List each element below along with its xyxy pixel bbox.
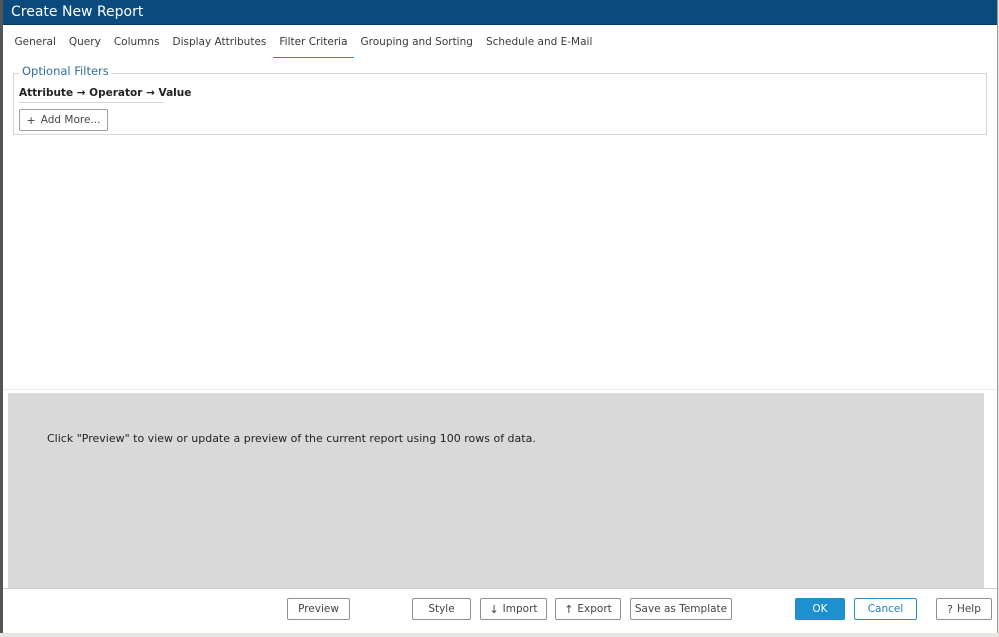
tab-schedule-and-email[interactable]: Schedule and E-Mail	[479, 28, 598, 58]
tab-query[interactable]: Query	[62, 28, 107, 58]
export-button[interactable]: ↑ Export	[555, 598, 621, 620]
dialog-footer: Preview Style ↓ Import ↑ Export Save as …	[3, 588, 997, 629]
window-bottom-strip	[0, 633, 999, 637]
preview-panel: Click "Preview" to view or update a prev…	[8, 393, 984, 588]
optional-filters-group	[13, 73, 987, 135]
style-button[interactable]: Style	[412, 598, 471, 620]
dialog-title: Create New Report	[3, 0, 997, 25]
preview-button-label: Preview	[298, 603, 339, 615]
create-report-dialog: Create New Report General Query Columns …	[3, 0, 998, 633]
ok-button[interactable]: OK	[795, 598, 845, 620]
arrow-up-icon: ↑	[564, 602, 574, 616]
optional-filters-legend: Optional Filters	[19, 64, 112, 78]
help-button-label: Help	[956, 603, 981, 615]
tab-general[interactable]: General	[8, 28, 62, 58]
cancel-button[interactable]: Cancel	[854, 598, 917, 620]
save-as-template-label: Save as Template	[634, 603, 728, 615]
plus-icon: +	[26, 113, 36, 127]
section-divider	[3, 389, 997, 390]
save-as-template-button[interactable]: Save as Template	[630, 598, 732, 620]
help-button[interactable]: ? Help	[936, 598, 992, 620]
tab-columns[interactable]: Columns	[107, 28, 166, 58]
question-icon: ?	[947, 602, 953, 616]
tab-grouping-and-sorting[interactable]: Grouping and Sorting	[354, 28, 479, 58]
ok-button-label: OK	[812, 603, 828, 615]
style-button-label: Style	[428, 603, 455, 615]
import-button[interactable]: ↓ Import	[480, 598, 547, 620]
add-more-button[interactable]: + Add More...	[19, 109, 108, 131]
import-button-label: Import	[502, 603, 538, 615]
tab-display-attributes[interactable]: Display Attributes	[166, 28, 273, 58]
export-button-label: Export	[577, 603, 612, 615]
add-more-label: Add More...	[40, 114, 101, 126]
preview-button[interactable]: Preview	[287, 598, 350, 620]
arrow-down-icon: ↓	[489, 602, 499, 616]
cancel-button-label: Cancel	[867, 603, 904, 615]
tab-bar: General Query Columns Display Attributes…	[3, 28, 997, 58]
tab-filter-criteria[interactable]: Filter Criteria	[272, 28, 355, 58]
filter-column-header: Attribute → Operator → Value	[19, 87, 191, 103]
preview-message: Click "Preview" to view or update a prev…	[47, 432, 536, 445]
